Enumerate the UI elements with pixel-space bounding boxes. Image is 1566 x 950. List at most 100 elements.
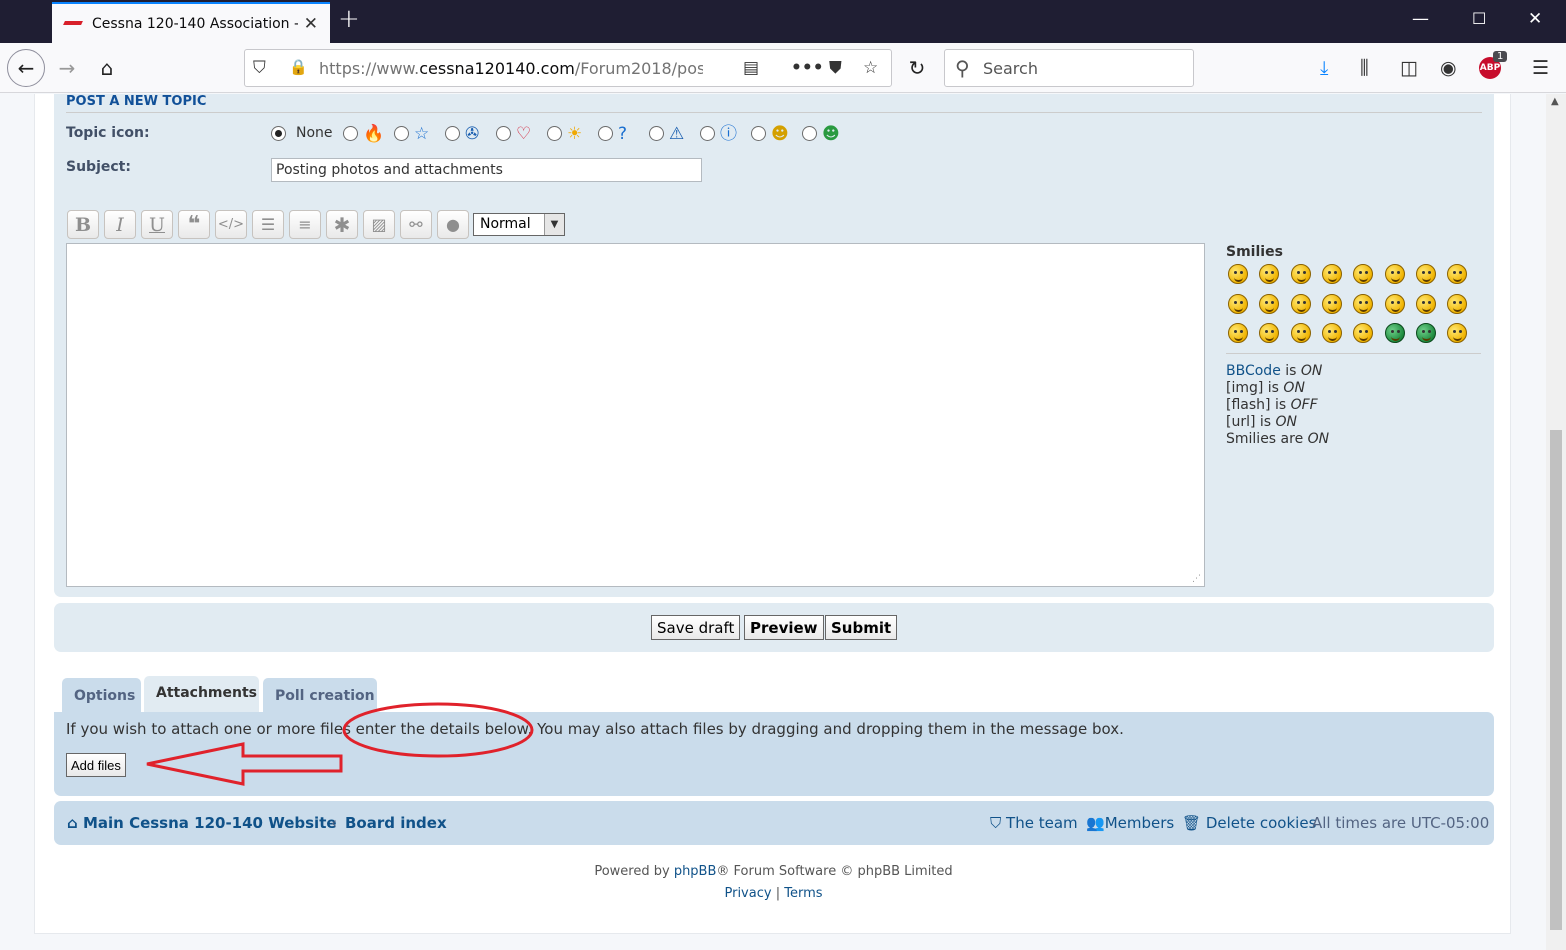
smiley-icon[interactable] — [1228, 293, 1248, 314]
scroll-thumb[interactable] — [1550, 430, 1562, 930]
main-website-link[interactable]: ⌂ Main Cessna 120-140 Website — [67, 814, 337, 832]
smiley-icon[interactable] — [1290, 293, 1311, 314]
topic-icon-radio-fire[interactable] — [343, 126, 358, 141]
bold-button[interactable]: B — [67, 210, 99, 239]
topic-icon-radio-star[interactable] — [394, 126, 409, 141]
bookmark-star-icon[interactable]: ☆ — [863, 58, 878, 78]
lock-icon[interactable]: 🔒 — [289, 58, 308, 76]
reader-view-icon[interactable]: ▤ — [743, 58, 759, 78]
underline-button[interactable]: U — [141, 210, 173, 239]
close-tab-icon[interactable]: ✕ — [304, 14, 318, 34]
subject-input[interactable]: Posting photos and attachments — [271, 158, 702, 182]
board-index-link[interactable]: Board index — [345, 814, 447, 832]
delete-cookies-link[interactable]: 🗑 Delete cookies — [1182, 814, 1316, 832]
topic-icon-radio-sun[interactable] — [547, 126, 562, 141]
home-icon[interactable]: ⌂ — [90, 51, 124, 85]
tab-attachments[interactable]: Attachments — [144, 676, 259, 712]
url-text[interactable]: https://www.cessna120140.com/Forum2018/p… — [319, 59, 703, 78]
grin-icon[interactable]: ☻ — [822, 125, 840, 143]
terms-link[interactable]: Terms — [784, 886, 822, 901]
search-bar[interactable]: ⚲ Search — [944, 49, 1194, 87]
image-button[interactable]: ▨ — [363, 210, 395, 239]
preview-button[interactable]: Preview — [744, 615, 824, 640]
smiley-icon[interactable] — [1228, 264, 1248, 284]
topic-icon-radio-radioactive[interactable] — [445, 126, 460, 141]
fire-icon[interactable]: 🔥 — [363, 125, 384, 143]
privacy-link[interactable]: Privacy — [724, 886, 771, 901]
smiley-icon[interactable] — [1384, 323, 1405, 343]
download-icon[interactable]: ⤓ — [1320, 57, 1328, 79]
smiley-icon[interactable] — [1259, 293, 1280, 314]
ordered-list-button[interactable]: ≡ — [289, 210, 321, 239]
scroll-up-icon[interactable]: ▲ — [1551, 96, 1559, 107]
smiley-icon[interactable] — [1321, 293, 1342, 314]
smiley-icon[interactable] — [1384, 293, 1405, 314]
color-button[interactable]: ● — [437, 210, 469, 239]
smiley-icon[interactable] — [1321, 323, 1342, 343]
heart-icon[interactable]: ♡ — [516, 125, 531, 143]
topic-icon-radio-smiley[interactable] — [751, 126, 766, 141]
link-button[interactable]: ⚯ — [400, 210, 432, 239]
maximize-icon[interactable]: ☐ — [1472, 9, 1486, 28]
sun-icon[interactable]: ☀ — [567, 125, 582, 143]
reload-icon[interactable]: ↻ — [900, 51, 934, 85]
team-link[interactable]: ⛉ The team — [990, 814, 1078, 832]
browser-tab[interactable]: Cessna 120-140 Association - P ✕ — [52, 2, 330, 43]
smiley-icon[interactable] — [1353, 293, 1374, 314]
account-icon[interactable]: ◉ — [1440, 57, 1457, 79]
smiley-icon[interactable] — [1415, 264, 1436, 284]
code-button[interactable]: </> — [215, 210, 247, 239]
window-close-icon[interactable]: ✕ — [1528, 9, 1542, 29]
message-textarea[interactable]: ⋰ — [66, 243, 1205, 587]
smiley-icon[interactable] — [1415, 293, 1436, 314]
url-bar[interactable]: ⛉ 🔒 https://www.cessna120140.com/Forum20… — [244, 49, 892, 87]
topic-icon-radio-warning[interactable] — [649, 126, 664, 141]
topic-icon-radio-grin[interactable] — [802, 126, 817, 141]
minimize-icon[interactable]: — — [1412, 9, 1429, 29]
topic-icon-radio-heart[interactable] — [496, 126, 511, 141]
smiley-icon[interactable] — [1384, 264, 1405, 284]
back-icon[interactable]: ← — [7, 49, 45, 87]
list-item-button[interactable]: ✱ — [326, 210, 358, 239]
smiley-icon[interactable] — [1353, 264, 1374, 284]
submit-button[interactable]: Submit — [825, 615, 898, 640]
smiley-icon[interactable] — [1259, 323, 1280, 343]
question-icon[interactable]: ? — [618, 125, 627, 143]
topic-icon-radio-info[interactable] — [700, 126, 715, 141]
phpbb-link[interactable]: phpBB — [674, 864, 717, 879]
resize-grip-icon[interactable]: ⋰ — [1192, 574, 1201, 584]
smiley-icon[interactable] — [1290, 264, 1311, 284]
italic-button[interactable]: I — [104, 210, 136, 239]
topic-icon-radio-question[interactable] — [598, 126, 613, 141]
smiley-icon[interactable] — [1447, 264, 1468, 284]
new-tab-icon[interactable]: + — [338, 4, 360, 34]
star-icon[interactable]: ☆ — [414, 125, 429, 143]
bbcode-link[interactable]: BBCode — [1226, 363, 1281, 379]
font-size-select[interactable]: Normal ▼ — [473, 213, 565, 236]
smiley-icon[interactable] — [1321, 264, 1342, 284]
smiley-icon[interactable] — [1228, 323, 1248, 343]
menu-icon[interactable]: ☰ — [1532, 57, 1549, 79]
smiley-icon[interactable] — [1447, 293, 1468, 314]
smiley-icon[interactable] — [1353, 323, 1374, 343]
smiley-icon[interactable] — [1447, 323, 1468, 343]
shield-icon[interactable]: ⛉ — [253, 58, 266, 78]
topic-icon-radio-none[interactable] — [271, 126, 286, 141]
list-button[interactable]: ☰ — [252, 210, 284, 239]
smiley-icon[interactable] — [1415, 323, 1436, 343]
pocket-icon[interactable]: ⛊ — [829, 58, 842, 78]
vertical-scrollbar[interactable]: ▲ — [1546, 94, 1566, 950]
radioactive-icon[interactable]: ✇ — [465, 125, 479, 143]
warning-icon[interactable]: ⚠ — [669, 125, 684, 143]
members-link[interactable]: 👥Members — [1086, 814, 1174, 832]
forward-icon[interactable]: → — [50, 51, 84, 85]
more-actions-icon[interactable]: ••• — [791, 58, 824, 78]
sidebar-icon[interactable]: ◫ — [1400, 57, 1418, 79]
save-draft-button[interactable]: Save draft — [651, 615, 741, 640]
smiley-icon[interactable] — [1290, 323, 1311, 343]
add-files-button[interactable]: Add files — [66, 753, 126, 777]
tab-options[interactable]: Options — [62, 678, 141, 712]
quote-button[interactable]: ❝ — [178, 210, 210, 239]
smiley-icon[interactable] — [1259, 264, 1280, 284]
smiley-icon[interactable]: ☻ — [771, 125, 789, 143]
